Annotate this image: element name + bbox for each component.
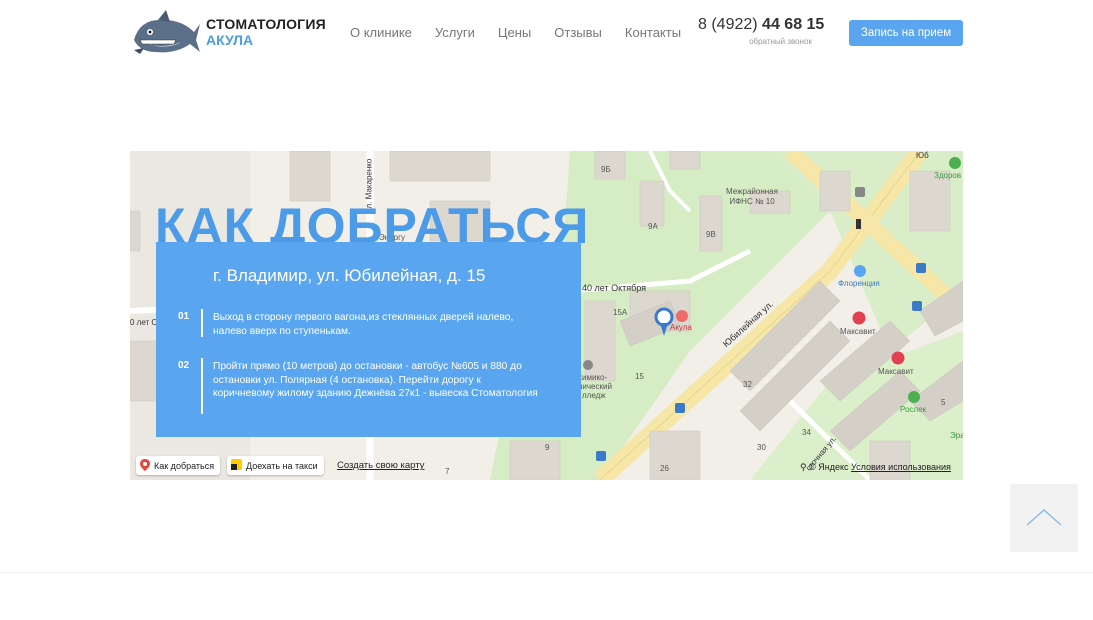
map-poi-maxavit-2[interactable]: Максавит xyxy=(878,367,914,376)
map-poi-era[interactable]: Эра xyxy=(950,431,963,440)
map-poi-florence[interactable]: Флоренция xyxy=(838,279,880,288)
map-house-9: 9 xyxy=(545,443,550,452)
map-poi-tax-office[interactable]: Межрайонная ИФНС № 10 xyxy=(722,187,782,207)
map-house-9v: 9В xyxy=(706,230,716,239)
footer-divider xyxy=(0,572,1093,573)
step-text: Выход в сторону первого вагона,из стекля… xyxy=(213,312,514,337)
step-text: Пройти прямо (10 метров) до остановки - … xyxy=(213,361,538,399)
taxi-button-label: Доехать на такси xyxy=(246,460,318,471)
map-label-street-yub: Юб xyxy=(916,151,929,160)
taxi-icon xyxy=(231,459,242,472)
map-house-9b: 9Б xyxy=(601,165,611,174)
scroll-to-top-button[interactable] xyxy=(1010,484,1078,552)
brand-name[interactable]: СТОМАТОЛОГИЯ АКУЛА xyxy=(206,16,326,48)
map-house-34: 34 xyxy=(802,428,811,437)
step-divider xyxy=(201,309,203,337)
map-house-9a: 9А xyxy=(648,222,658,231)
directions-card: г. Владимир, ул. Юбилейная, д. 15 01 Вых… xyxy=(156,242,581,437)
map-house-30: 30 xyxy=(757,443,766,452)
terms-link[interactable]: Условия использования xyxy=(851,462,951,472)
map-house-7: 7 xyxy=(445,467,450,476)
site-header: СТОМАТОЛОГИЯ АКУЛА О клинике Услуги Цены… xyxy=(0,0,1093,66)
map-poi-roslek[interactable]: Рослек xyxy=(900,405,926,414)
brand-line2: АКУЛА xyxy=(206,32,254,48)
map-poi-college-3: лледж xyxy=(582,391,606,400)
main-nav: О клинике Услуги Цены Отзывы Контакты xyxy=(350,25,704,40)
scale-icon: ⚲ xyxy=(800,462,810,472)
map-house-15a: 15А xyxy=(613,308,628,317)
brand-line1: СТОМАТОЛОГИЯ xyxy=(206,16,326,32)
nav-prices[interactable]: Цены xyxy=(498,25,531,40)
nav-about[interactable]: О клинике xyxy=(350,25,412,40)
route-button-label: Как добраться xyxy=(154,460,215,471)
step-divider xyxy=(201,358,203,414)
nav-reviews[interactable]: Отзывы xyxy=(554,25,602,40)
phone-block: 8 (4922) 44 68 15 обратный звонок xyxy=(698,16,824,46)
yandex-copyright: © Яндекс xyxy=(809,462,849,472)
phone-main: 44 68 15 xyxy=(762,16,825,33)
map-house-26: 26 xyxy=(660,464,669,473)
map-poi-zdorov[interactable]: Здоров xyxy=(934,171,961,180)
taxi-button[interactable]: Доехать на такси xyxy=(227,456,324,475)
route-button[interactable]: Как добраться xyxy=(136,456,221,475)
phone-number[interactable]: 8 (4922) 44 68 15 xyxy=(698,16,824,34)
map-poi-college-2: нический xyxy=(578,382,612,391)
map-pin-icon xyxy=(140,458,150,473)
map-poi-maxavit-1[interactable]: Максавит xyxy=(840,327,876,336)
step-number: 02 xyxy=(178,360,190,371)
map-label-street-left: 0 лет О xyxy=(130,318,158,327)
nav-contacts[interactable]: Контакты xyxy=(625,25,681,40)
step-number: 01 xyxy=(178,311,190,322)
map-label-street-40-let: 40 лет Октября xyxy=(582,283,647,293)
shark-logo-icon[interactable] xyxy=(130,10,200,56)
map-house-15: 15 xyxy=(635,372,644,381)
map-attribution: ⚲ © Яндекс Условия использования xyxy=(800,462,951,473)
map-poi-college-1: химико- xyxy=(578,373,608,382)
map-poi-akula[interactable]: Акула xyxy=(670,323,692,332)
map-house-5: 5 xyxy=(941,398,946,407)
callback-link[interactable]: обратный звонок xyxy=(698,37,812,46)
clinic-address: г. Владимир, ул. Юбилейная, д. 15 xyxy=(213,266,486,285)
phone-prefix: 8 (4922) xyxy=(698,16,763,33)
map-house-32: 32 xyxy=(743,380,752,389)
appointment-button[interactable]: Запись на прием xyxy=(849,20,963,46)
chevron-up-icon xyxy=(1026,508,1062,526)
nav-services[interactable]: Услуги xyxy=(435,25,475,40)
create-map-link[interactable]: Создать свою карту xyxy=(337,460,424,471)
